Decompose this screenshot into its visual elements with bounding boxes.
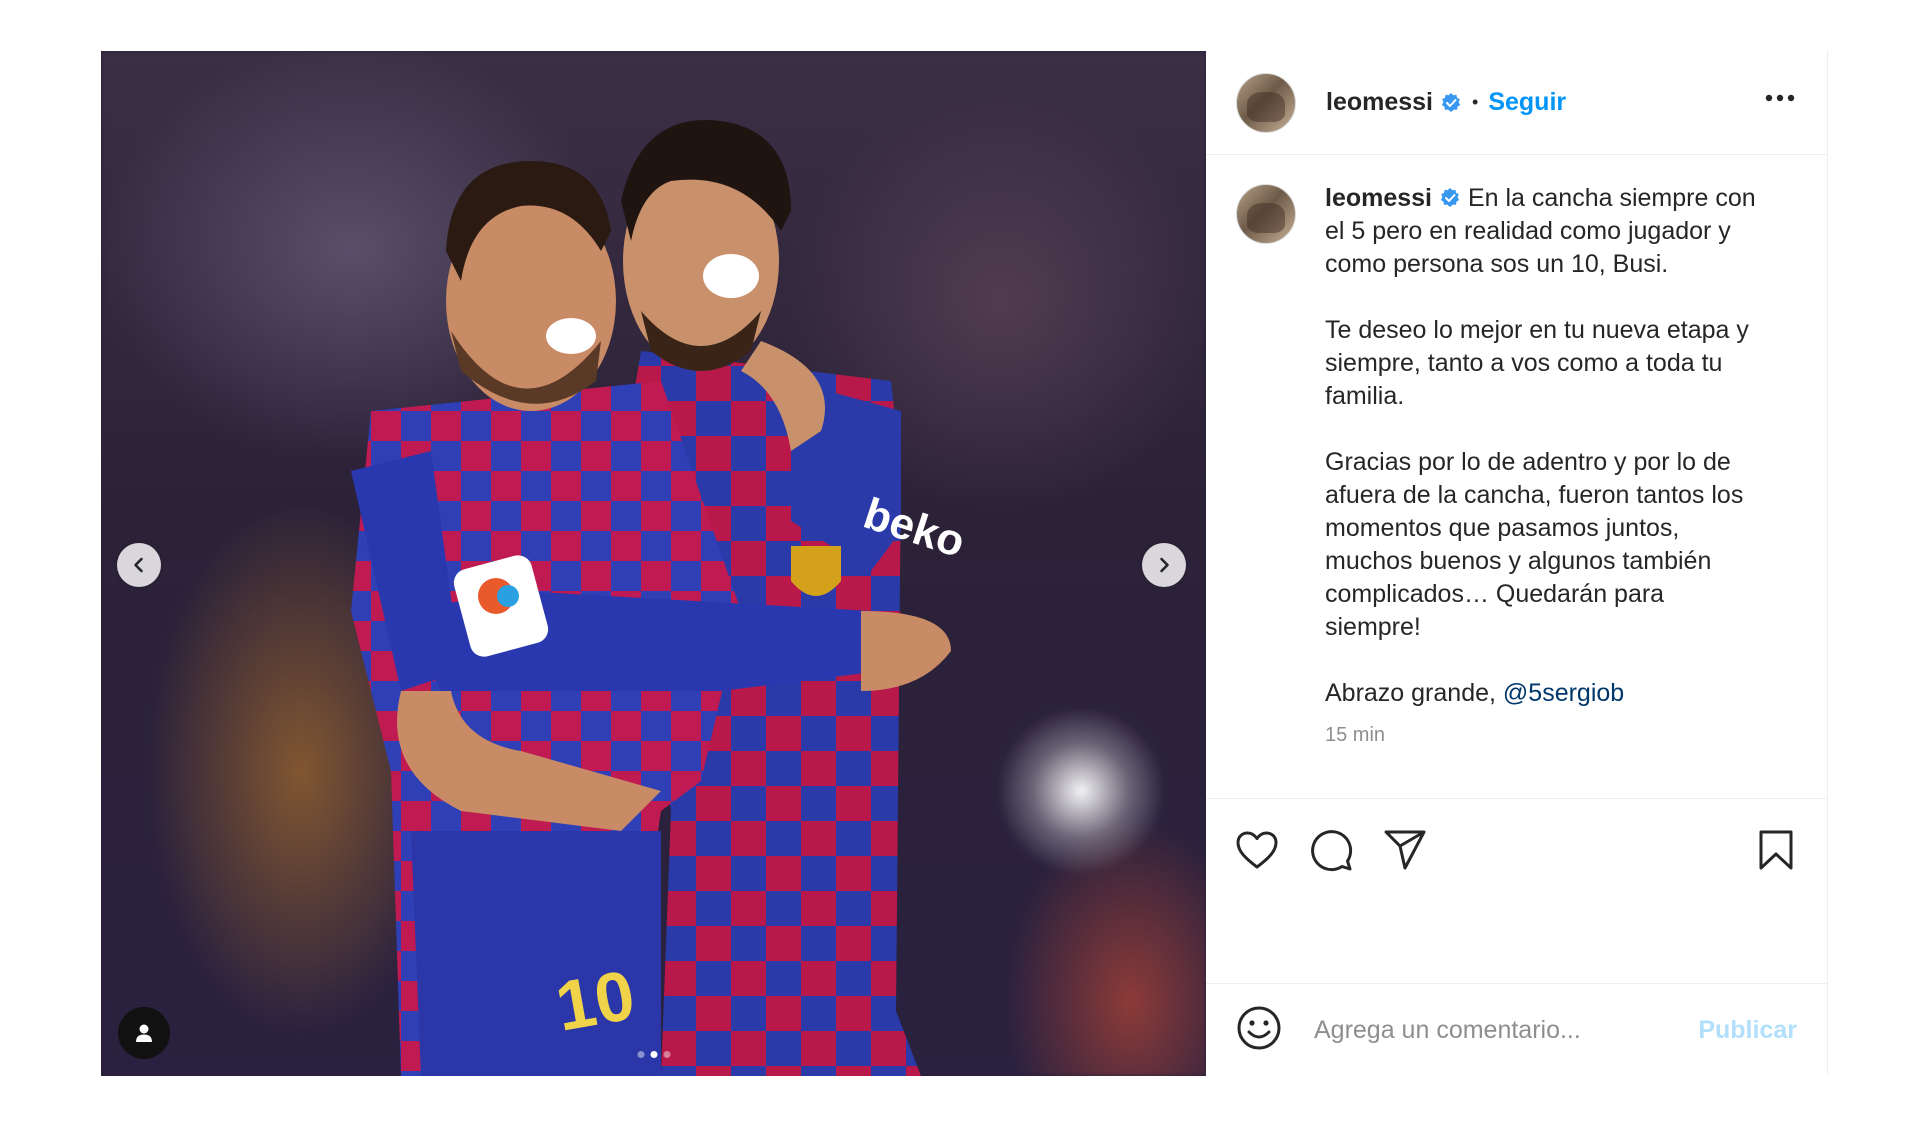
paper-plane-icon	[1384, 830, 1426, 870]
comment-button[interactable]	[1308, 827, 1354, 873]
mention-link[interactable]: @5sergiob	[1503, 679, 1624, 707]
author-username[interactable]: leomessi	[1326, 88, 1433, 117]
chevron-left-icon	[134, 557, 143, 573]
caption-text: En la cancha siempre con el 5 pero en re…	[1325, 184, 1756, 707]
post-dialog: beko 10 leomessi • Seguir leomessi En la…	[101, 51, 1828, 1076]
user-tag-icon	[136, 1024, 152, 1042]
comment-bubble-icon	[1311, 830, 1353, 872]
carousel-dot	[663, 1051, 670, 1058]
heart-icon	[1236, 831, 1278, 869]
post-side-panel: leomessi • Seguir leomessi En la cancha …	[1206, 51, 1827, 1076]
more-options-button[interactable]	[1765, 89, 1795, 107]
caption-body: leomessi En la cancha siempre con el 5 p…	[1325, 182, 1765, 766]
chevron-right-icon	[1160, 557, 1169, 573]
post-header: leomessi • Seguir	[1206, 51, 1827, 155]
comment-input[interactable]	[1312, 1014, 1696, 1046]
share-button[interactable]	[1382, 827, 1428, 873]
emoji-picker-button[interactable]	[1236, 1005, 1282, 1056]
bookmark-icon	[1759, 830, 1793, 870]
header-separator: •	[1472, 92, 1479, 112]
tagged-users-button[interactable]	[118, 1007, 170, 1059]
post-timestamp[interactable]: 15 min	[1325, 719, 1765, 752]
players-illustration: beko 10	[351, 120, 971, 1076]
carousel-dot	[637, 1051, 644, 1058]
caption-author-avatar[interactable]	[1236, 184, 1296, 244]
author-avatar[interactable]	[1236, 72, 1296, 133]
post-actions	[1206, 799, 1827, 984]
verified-badge-icon	[1440, 92, 1462, 114]
publish-comment-button[interactable]: Publicar	[1698, 1016, 1797, 1045]
like-button[interactable]	[1234, 827, 1280, 873]
svg-text:10: 10	[550, 955, 640, 1045]
verified-badge-icon	[1439, 187, 1461, 209]
follow-button[interactable]: Seguir	[1488, 88, 1566, 117]
carousel-dot-active	[650, 1051, 657, 1058]
smiley-icon	[1237, 1006, 1281, 1049]
add-comment-bar: Publicar	[1206, 984, 1827, 1076]
caption-username[interactable]: leomessi	[1325, 184, 1432, 212]
next-photo-button[interactable]	[1142, 543, 1186, 587]
save-button[interactable]	[1753, 827, 1799, 873]
more-options-icon	[1765, 94, 1795, 102]
post-caption: leomessi En la cancha siempre con el 5 p…	[1206, 155, 1827, 799]
post-photo[interactable]: beko 10	[101, 51, 1206, 1076]
carousel-indicator	[637, 1051, 670, 1058]
previous-photo-button[interactable]	[117, 543, 161, 587]
